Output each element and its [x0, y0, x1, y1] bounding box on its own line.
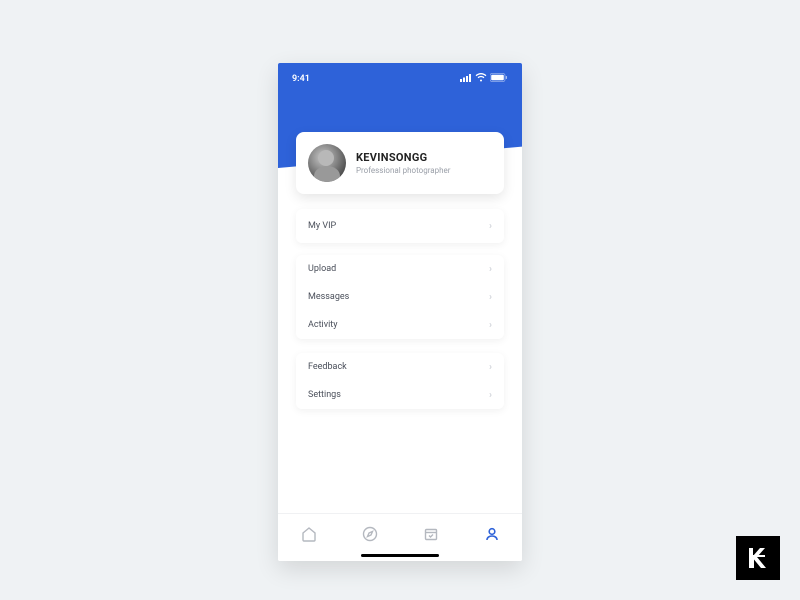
activity-row[interactable]: Activity › — [296, 311, 504, 339]
status-bar: 9:41 — [278, 73, 522, 85]
brand-logo — [736, 536, 780, 580]
upload-row[interactable]: Upload › — [296, 255, 504, 283]
row-label: Feedback — [308, 362, 347, 372]
profile-info: KEVINSONGG Professional photographer — [356, 151, 450, 175]
status-time: 9:41 — [292, 74, 310, 84]
settings-row[interactable]: Settings › — [296, 381, 504, 409]
actions-card: Upload › Messages › Activity › — [296, 255, 504, 339]
bottom-nav — [278, 513, 522, 561]
profile-subtitle: Professional photographer — [356, 166, 450, 175]
profile-name: KEVINSONGG — [356, 151, 450, 164]
nav-profile-icon[interactable] — [483, 525, 501, 543]
avatar — [308, 144, 346, 182]
phone-frame: 9:41 KEVINSONGG Professional photographe… — [278, 63, 522, 561]
chevron-right-icon: › — [489, 264, 492, 275]
battery-icon — [490, 73, 508, 85]
row-label: Messages — [308, 292, 349, 302]
messages-row[interactable]: Messages › — [296, 283, 504, 311]
chevron-right-icon: › — [489, 362, 492, 373]
nav-shop-icon[interactable] — [422, 525, 440, 543]
signal-icon — [460, 74, 472, 85]
status-indicators — [460, 73, 508, 85]
chevron-right-icon: › — [489, 292, 492, 303]
row-label: Upload — [308, 264, 336, 274]
wifi-icon — [475, 73, 487, 85]
chevron-right-icon: › — [489, 390, 492, 401]
chevron-right-icon: › — [489, 320, 492, 331]
chevron-right-icon: › — [489, 221, 492, 232]
my-vip-row[interactable]: My VIP › — [296, 209, 504, 243]
row-label: Activity — [308, 320, 337, 330]
row-label: Settings — [308, 390, 341, 400]
settings-card: Feedback › Settings › — [296, 353, 504, 409]
row-label: My VIP — [308, 221, 336, 231]
nav-home-icon[interactable] — [300, 525, 318, 543]
home-indicator — [361, 554, 439, 557]
vip-card: My VIP › — [296, 209, 504, 243]
feedback-row[interactable]: Feedback › — [296, 353, 504, 381]
nav-explore-icon[interactable] — [361, 525, 379, 543]
profile-card[interactable]: KEVINSONGG Professional photographer — [296, 132, 504, 194]
